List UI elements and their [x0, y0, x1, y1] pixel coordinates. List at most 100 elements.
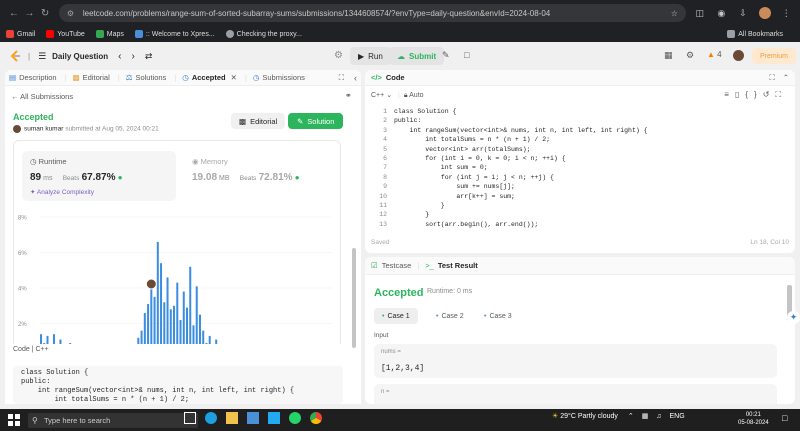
- bookmark-item[interactable]: Gmail: [6, 30, 35, 38]
- code-lang-label: Code | C++: [13, 346, 49, 353]
- address-bar[interactable]: ⚙ leetcode.com/problems/range-sum-of-sor…: [58, 4, 686, 22]
- bookmark-item[interactable]: Checking the proxy...: [225, 30, 302, 38]
- sync-icon[interactable]: ◉: [714, 5, 730, 21]
- cloud-upload-icon: ☁: [397, 51, 405, 61]
- editorial-button[interactable]: ▩ Editorial: [231, 113, 286, 129]
- history-icon: ◷: [252, 73, 260, 82]
- note-icon[interactable]: ✎: [442, 50, 450, 61]
- list-icon[interactable]: ☰: [38, 51, 46, 62]
- volume-icon[interactable]: ♫: [656, 413, 661, 420]
- edge-icon[interactable]: [205, 412, 217, 424]
- divider: |: [174, 73, 177, 82]
- submit-button[interactable]: ☁ Submit: [389, 47, 445, 65]
- weather-icon: ☀: [552, 413, 559, 420]
- avatar[interactable]: [757, 5, 773, 21]
- network-icon[interactable]: ▦: [642, 413, 649, 420]
- bookmark-item[interactable]: :: Welcome to Xpres...: [134, 30, 215, 38]
- input-nums[interactable]: nums = [1,2,3,4]: [374, 344, 777, 378]
- divider: |: [64, 73, 67, 82]
- tab-editorial[interactable]: ▩ Editorial: [73, 73, 110, 82]
- avatar[interactable]: [733, 50, 744, 61]
- next-problem-icon[interactable]: ›: [132, 51, 135, 62]
- leetcode-logo-icon[interactable]: [8, 49, 22, 63]
- extensions-icon[interactable]: ◫: [692, 5, 708, 21]
- menu-icon[interactable]: ⋮: [778, 5, 794, 21]
- reload-icon[interactable]: ↻: [37, 5, 53, 21]
- tab-code[interactable]: Code: [386, 73, 405, 82]
- tab-description[interactable]: ▤ Description: [9, 73, 57, 82]
- memory-card[interactable]: ◉ Memory 19.08 MB Beats 72.81% ●: [184, 151, 334, 201]
- code-editor[interactable]: 1 class Solution {2 public: 3 int rangeSum(…: [365, 106, 795, 232]
- input-n[interactable]: n =: [374, 384, 777, 404]
- expand-icon[interactable]: ⛶: [775, 90, 787, 99]
- shuffle-icon[interactable]: ⇄: [145, 51, 153, 62]
- back-icon[interactable]: ←: [6, 5, 22, 21]
- all-bookmarks[interactable]: All Bookmarks: [727, 30, 783, 38]
- tab-accepted[interactable]: ◷ Accepted ✕: [182, 73, 237, 82]
- reset-icon[interactable]: ↺: [763, 90, 776, 99]
- bookmark-star-icon[interactable]: ☆: [671, 9, 678, 18]
- tab-submissions[interactable]: ◷ Submissions: [253, 73, 305, 82]
- tab-solutions[interactable]: ⚖ Solutions: [126, 73, 167, 82]
- download-icon[interactable]: ⇩: [735, 5, 751, 21]
- streak-counter[interactable]: ▲ 4: [707, 50, 722, 59]
- analyze-complexity-link[interactable]: ✦ Analyze Complexity: [30, 188, 94, 196]
- notification-icon[interactable]: □: [782, 413, 787, 423]
- chrome-icon[interactable]: [310, 412, 322, 424]
- test-tabs: ☑ Testcase | >_ Test Result: [365, 257, 795, 275]
- run-button[interactable]: ▶ Run: [350, 47, 391, 65]
- bookmark-icon[interactable]: ▯: [735, 90, 745, 99]
- forward-icon[interactable]: →: [22, 5, 38, 21]
- language-selector[interactable]: C++ ⌄ | 🔒︎ Auto: [371, 91, 424, 100]
- close-icon[interactable]: ✕: [231, 73, 237, 82]
- y-tick-label: 2%: [18, 322, 27, 328]
- language-indicator[interactable]: ENG: [669, 413, 684, 420]
- divider: |: [244, 73, 247, 82]
- task-view-icon[interactable]: [184, 412, 196, 424]
- runtime-card[interactable]: ◷ Runtime 89 ms Beats 67.87% ● ✦ Analyze …: [22, 151, 176, 201]
- settings-icon[interactable]: ⚙: [686, 50, 694, 61]
- weather-text[interactable]: 29°C Partly cloudy: [560, 413, 618, 420]
- code-line: class Solution {: [394, 108, 457, 115]
- prev-problem-icon[interactable]: ‹: [118, 51, 121, 62]
- vscode-icon[interactable]: [268, 412, 280, 424]
- username[interactable]: suman kumar: [24, 126, 63, 133]
- site-info-icon[interactable]: ⚙: [67, 9, 77, 18]
- submission-meta: suman kumar submitted at Aug 05, 2024 00…: [13, 125, 159, 133]
- line-number: 8: [383, 173, 387, 181]
- collapse-icon[interactable]: ⌃: [783, 73, 789, 82]
- whatsapp-icon[interactable]: [289, 412, 301, 424]
- maximize-icon[interactable]: ⛶: [769, 73, 774, 83]
- windows-start-icon[interactable]: [8, 414, 20, 426]
- store-icon[interactable]: [247, 412, 259, 424]
- code-line: sum += nums[j];: [394, 183, 515, 191]
- chevron-up-icon[interactable]: ⌃: [628, 413, 634, 420]
- format-icon[interactable]: ≡: [724, 90, 735, 99]
- page-title[interactable]: Daily Question: [52, 52, 108, 61]
- left-scrollbar[interactable]: [352, 248, 356, 348]
- file-explorer-icon[interactable]: [226, 412, 238, 424]
- link-icon[interactable]: ⚭: [345, 91, 352, 100]
- premium-button[interactable]: Premium: [752, 48, 797, 64]
- beats-label: Beats: [62, 175, 80, 182]
- brackets-icon[interactable]: {}: [745, 90, 762, 99]
- collapse-icon[interactable]: ‹: [354, 73, 357, 83]
- all-submissions-link[interactable]: ← All Submissions: [11, 92, 73, 101]
- whiteboard-icon[interactable]: □: [464, 50, 469, 60]
- side-extension-icon[interactable]: ✦: [787, 311, 800, 324]
- search-icon: ⚲: [32, 416, 38, 425]
- taskbar-clock[interactable]: 00:21 05-08-2024: [738, 411, 769, 427]
- case-tab-2[interactable]: • Case 2: [428, 308, 472, 324]
- solution-button[interactable]: ✎ Solution: [288, 113, 344, 129]
- bookmark-item[interactable]: YouTube: [46, 30, 85, 38]
- case-tab-1[interactable]: • Case 1: [374, 308, 418, 324]
- sparkle-icon: ✦: [30, 189, 36, 196]
- tab-testcase[interactable]: Testcase: [382, 261, 412, 270]
- bookmark-item[interactable]: Maps: [95, 30, 124, 38]
- layout-icon[interactable]: ▦: [664, 50, 673, 61]
- debug-icon[interactable]: ⚙: [334, 50, 343, 61]
- case-tab-3[interactable]: • Case 3: [476, 308, 520, 324]
- taskbar-search[interactable]: ⚲ Type here to search: [28, 413, 198, 428]
- maximize-icon[interactable]: ⛶: [339, 73, 344, 83]
- tab-test-result[interactable]: Test Result: [438, 261, 478, 270]
